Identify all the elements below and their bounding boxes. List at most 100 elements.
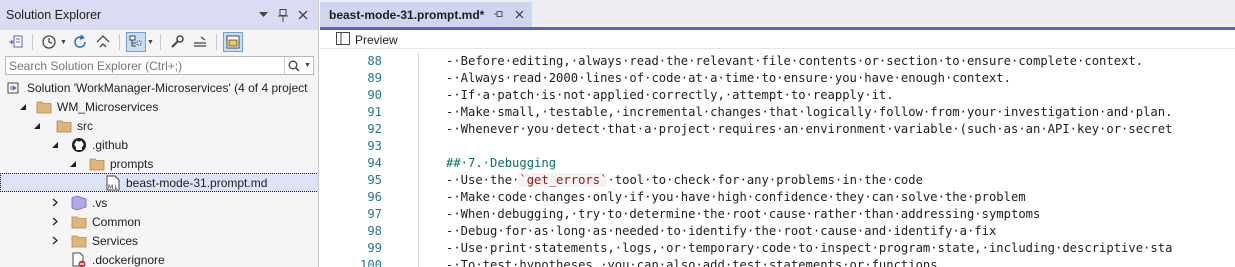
solution-explorer-panel: Solution Explorer ▼ ▼ Search Solution Ex… bbox=[0, 0, 319, 267]
code-editor[interactable]: 88 -·Before·editing,·always·read·the·rel… bbox=[320, 52, 1235, 267]
tree-item-solution[interactable]: Solution 'WorkManager-Microservices' (4 … bbox=[0, 78, 318, 97]
code-line: 99 -·Use·print·statements,·logs,·or·temp… bbox=[320, 239, 1235, 256]
properties-wrench-icon[interactable] bbox=[167, 32, 187, 52]
tab-beast-mode-prompt[interactable]: beast-mode-31.prompt.md* bbox=[320, 2, 533, 27]
toolbar-separator bbox=[118, 34, 120, 50]
line-number: 98 bbox=[367, 223, 382, 238]
tree-item-label: .dockerignore bbox=[92, 252, 165, 267]
line-text: -·To·test·hypotheses,·you·can·also·add·t… bbox=[446, 257, 938, 267]
tree-item-vs[interactable]: .vs bbox=[0, 193, 318, 212]
code-line: 91 -·Make·small,·testable,·incremental·c… bbox=[320, 103, 1235, 120]
tree-item-beast-mode-prompt[interactable]: M↓ beast-mode-31.prompt.md bbox=[0, 173, 318, 192]
solution-explorer-title-bar: Solution Explorer bbox=[0, 0, 318, 30]
line-number: 95 bbox=[367, 172, 382, 187]
preview-selected-items-icon[interactable] bbox=[190, 32, 210, 52]
code-line: 98 -·Debug·for·as·long·as·needed·to·iden… bbox=[320, 222, 1235, 239]
search-icon[interactable] bbox=[284, 57, 302, 74]
code-line: 95 -·Use·the·`get_errors`·tool·to·check·… bbox=[320, 171, 1235, 188]
tree-item-label: beast-mode-31.prompt.md bbox=[126, 175, 268, 190]
svg-text:M↓: M↓ bbox=[108, 184, 118, 191]
code-line: 100 -·To·test·hypotheses,·you·can·also·a… bbox=[320, 256, 1235, 267]
editor-panel: beast-mode-31.prompt.md* Preview 88 -·Be… bbox=[320, 0, 1235, 267]
code-line: 94 ##·7.·Debugging bbox=[320, 154, 1235, 171]
line-text: -·Always·read·2000·lines·of·code·at·a·ti… bbox=[446, 70, 1011, 85]
code-line: 93 bbox=[320, 137, 1235, 154]
expanded-arrow-icon[interactable] bbox=[50, 140, 60, 150]
show-all-files-icon[interactable] bbox=[125, 32, 146, 52]
preview-button[interactable]: Preview bbox=[336, 31, 398, 48]
line-number: 88 bbox=[367, 53, 382, 68]
solution-icon bbox=[6, 80, 22, 96]
pending-changes-filter-icon[interactable] bbox=[39, 32, 59, 52]
show-all-files-dropdown-icon[interactable]: ▼ bbox=[147, 39, 154, 46]
code-line: 96 -·Make·code·changes·only·if·you·have·… bbox=[320, 188, 1235, 205]
tree-item-label: .vs bbox=[92, 195, 108, 210]
search-input[interactable] bbox=[6, 57, 284, 74]
expanded-arrow-icon[interactable] bbox=[32, 121, 42, 131]
pending-changes-dropdown-icon[interactable]: ▼ bbox=[60, 39, 67, 46]
line-text: -·Use·print·statements,·logs,·or·tempora… bbox=[446, 240, 1173, 255]
tab-close-icon[interactable] bbox=[515, 8, 524, 22]
folder-icon bbox=[56, 118, 72, 134]
close-icon[interactable] bbox=[296, 8, 310, 22]
tree-item-label: WM_Microservices bbox=[57, 99, 159, 114]
tree-item-src[interactable]: src bbox=[0, 116, 318, 135]
preview-label: Preview bbox=[355, 32, 398, 47]
pin-icon[interactable] bbox=[276, 8, 290, 22]
code-line: 97 -·When·debugging,·try·to·determine·th… bbox=[320, 205, 1235, 222]
collapsed-arrow-icon[interactable] bbox=[50, 236, 60, 246]
tree-item-wm-microservices[interactable]: WM_Microservices bbox=[0, 97, 318, 116]
solution-explorer-search: ▼ bbox=[5, 56, 314, 75]
line-number: 92 bbox=[367, 121, 382, 136]
line-number: 94 bbox=[367, 155, 382, 170]
line-heading-text: ##·7.·Debugging bbox=[446, 155, 557, 170]
code-line: 89 -·Always·read·2000·lines·of·code·at·a… bbox=[320, 69, 1235, 86]
github-icon bbox=[71, 137, 87, 153]
switch-views-icon[interactable] bbox=[6, 32, 26, 52]
collapse-all-icon[interactable] bbox=[93, 32, 113, 52]
folder-icon bbox=[71, 233, 87, 249]
search-options-dropdown-icon[interactable]: ▼ bbox=[302, 57, 313, 74]
tab-accent-line bbox=[320, 27, 1235, 30]
tree-item-prompts[interactable]: prompts bbox=[0, 154, 318, 173]
expanded-arrow-icon[interactable] bbox=[18, 102, 28, 112]
toolbar-separator bbox=[159, 34, 161, 50]
sync-with-active-document-icon[interactable] bbox=[70, 32, 90, 52]
line-number: 91 bbox=[367, 104, 382, 119]
collapsed-arrow-icon[interactable] bbox=[50, 198, 60, 208]
folder-icon bbox=[89, 156, 105, 172]
line-number: 93 bbox=[367, 138, 382, 153]
tree-item-github[interactable]: .github bbox=[0, 135, 318, 154]
preview-toggle-icon[interactable] bbox=[222, 32, 243, 52]
toolbar-separator bbox=[215, 34, 217, 50]
solution-explorer-title: Solution Explorer bbox=[6, 8, 102, 22]
line-number: 90 bbox=[367, 87, 382, 102]
tree-item-label: Services bbox=[92, 233, 139, 248]
tree-item-common[interactable]: Common bbox=[0, 212, 318, 231]
tree-item-label: .github bbox=[92, 137, 129, 152]
collapsed-arrow-icon[interactable] bbox=[50, 217, 60, 227]
line-text: -·Make·small,·testable,·incremental·chan… bbox=[446, 104, 1173, 119]
line-text: -·Use·the·`get_errors`·tool·to·check·for… bbox=[446, 172, 923, 187]
editor-tab-strip: beast-mode-31.prompt.md* bbox=[320, 0, 1235, 30]
toolbar-separator bbox=[32, 34, 33, 50]
tree-item-label: Common bbox=[92, 214, 141, 229]
line-text: -·Whenever·you·detect·that·a·project·req… bbox=[446, 121, 1173, 136]
line-number: 96 bbox=[367, 189, 382, 204]
line-text: -·If·a·patch·is·not·applied·correctly,·a… bbox=[446, 87, 894, 102]
tree-item-label: prompts bbox=[110, 156, 154, 171]
tree-item-label: src bbox=[77, 118, 93, 133]
tab-pin-icon[interactable] bbox=[494, 10, 505, 20]
line-text: -·Before·editing,·always·read·the·releva… bbox=[446, 53, 1144, 68]
expanded-arrow-icon[interactable] bbox=[68, 159, 78, 169]
tree-item-dockerignore[interactable]: .dockerignore bbox=[0, 250, 318, 267]
line-text-pre: -·Use·the· bbox=[446, 172, 520, 187]
vs-icon bbox=[71, 195, 87, 211]
tab-label: beast-mode-31.prompt.md* bbox=[329, 7, 485, 22]
line-number: 100 bbox=[359, 257, 382, 267]
window-position-dropdown-icon[interactable] bbox=[256, 8, 270, 22]
line-number: 89 bbox=[367, 70, 382, 85]
line-text: -·Debug·for·as·long·as·needed·to·identif… bbox=[446, 223, 997, 238]
tree-item-services[interactable]: Services bbox=[0, 231, 318, 250]
folder-icon bbox=[36, 99, 52, 115]
